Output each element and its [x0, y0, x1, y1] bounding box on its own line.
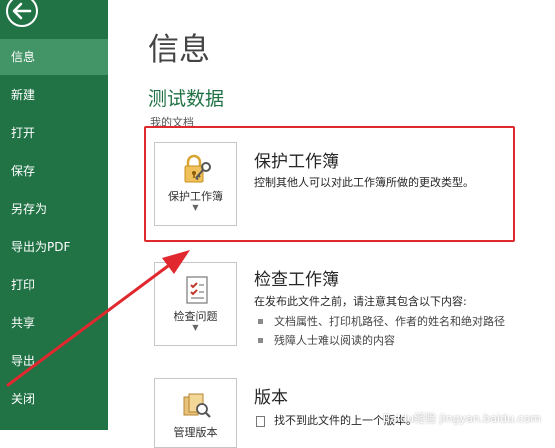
manage-versions-tile-label: 管理版本: [173, 426, 218, 439]
sidebar-item-close[interactable]: 关闭: [0, 381, 108, 417]
manage-versions-button[interactable]: 管理版本: [154, 378, 237, 448]
watermark: Baidu经验 jingyan.baidu.com: [382, 412, 541, 425]
highlight-box: [144, 126, 515, 242]
sidebar-item-export-pdf[interactable]: 导出为PDF: [0, 229, 108, 265]
backstage-sidebar: 信息 新建 打开 保存 另存为 导出为PDF 打印 共享 导出 关闭: [0, 0, 108, 430]
inspect-workbook-description: 在发布此文件之前，请注意其包含以下内容:: [254, 295, 467, 308]
inspect-workbook-title: 检查工作簿: [254, 270, 339, 290]
sidebar-item-open[interactable]: 打开: [0, 115, 108, 151]
sidebar-item-print[interactable]: 打印: [0, 267, 108, 303]
chevron-down-icon: ▼: [192, 323, 199, 332]
inspect-issues-tile-label: 检查问题: [173, 310, 218, 323]
inspect-bullet-item: 文档属性、打印机路径、作者的姓名和绝对路径: [258, 313, 505, 329]
sidebar-item-info[interactable]: 信息: [0, 39, 108, 75]
checklist-icon: [180, 273, 214, 307]
sidebar-item-save-as[interactable]: 另存为: [0, 191, 108, 227]
document-icon: [256, 415, 265, 427]
version-docs-icon: [180, 389, 214, 423]
sidebar-item-save[interactable]: 保存: [0, 153, 108, 189]
page-title: 信息: [148, 32, 210, 68]
sidebar-item-share[interactable]: 共享: [0, 305, 108, 341]
document-name: 测试数据: [148, 88, 225, 110]
back-arrow-icon[interactable]: [4, 0, 40, 29]
inspect-issues-button[interactable]: 检查问题 ▼: [154, 262, 237, 346]
versions-title: 版本: [254, 388, 288, 408]
inspect-bullet-item: 残障人士难以阅读的内容: [258, 332, 395, 348]
sidebar-item-export[interactable]: 导出: [0, 343, 108, 379]
sidebar-item-new[interactable]: 新建: [0, 77, 108, 113]
